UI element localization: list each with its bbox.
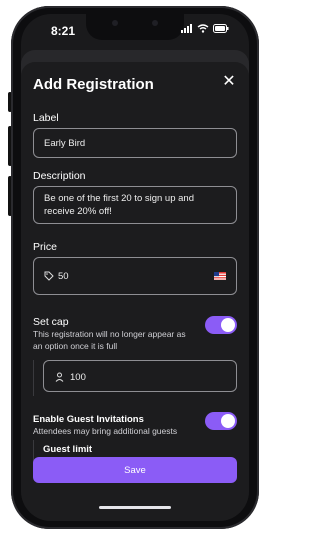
camera-dot [112, 20, 118, 26]
battery-icon [213, 24, 229, 33]
phone-screen: 8:21 Add Registration ✕ Label Early Bird… [21, 14, 249, 521]
add-registration-sheet: Add Registration ✕ Label Early Bird Desc… [21, 62, 249, 521]
price-field[interactable]: 50 [33, 257, 237, 295]
phone-frame: 8:21 Add Registration ✕ Label Early Bird… [11, 6, 259, 529]
camera-notch [86, 14, 184, 40]
person-icon [55, 372, 64, 382]
set-cap-heading: Set cap [33, 316, 69, 328]
label-heading: Label [33, 112, 59, 124]
guest-invitations-description: Attendees may bring additional guests [33, 426, 178, 436]
status-time: 8:21 [51, 24, 76, 38]
sensor-dot [152, 20, 158, 26]
set-cap-toggle[interactable] [205, 316, 237, 334]
label-field[interactable]: Early Bird [33, 128, 237, 158]
home-indicator [99, 506, 171, 509]
cap-indent-bar [33, 360, 34, 396]
guest-invitations-heading: Enable Guest Invitations [33, 414, 144, 425]
label-field-value: Early Bird [44, 138, 86, 149]
guest-invitations-toggle-knob [221, 414, 235, 428]
description-field[interactable]: Be one of the first 20 to sign up and re… [33, 186, 237, 224]
description-field-value: Be one of the first 20 to sign up and re… [44, 193, 194, 217]
wifi-icon [197, 24, 209, 33]
save-button[interactable]: Save [33, 457, 237, 483]
set-cap-toggle-knob [221, 318, 235, 332]
description-heading: Description [33, 170, 86, 182]
guest-invitations-toggle[interactable] [205, 412, 237, 430]
cap-field[interactable]: 100 [43, 360, 237, 392]
status-icons [181, 24, 229, 33]
cap-field-value: 100 [70, 372, 86, 383]
close-icon[interactable]: ✕ [221, 74, 237, 90]
signal-icon [181, 24, 192, 33]
price-tag-icon [44, 271, 54, 281]
guest-limit-heading: Guest limit [43, 444, 93, 455]
set-cap-description: This registration will no longer appear … [33, 329, 186, 351]
price-field-value: 50 [58, 271, 69, 282]
us-flag-icon[interactable] [214, 272, 226, 280]
price-heading: Price [33, 241, 57, 253]
sheet-title: Add Registration [33, 76, 154, 93]
